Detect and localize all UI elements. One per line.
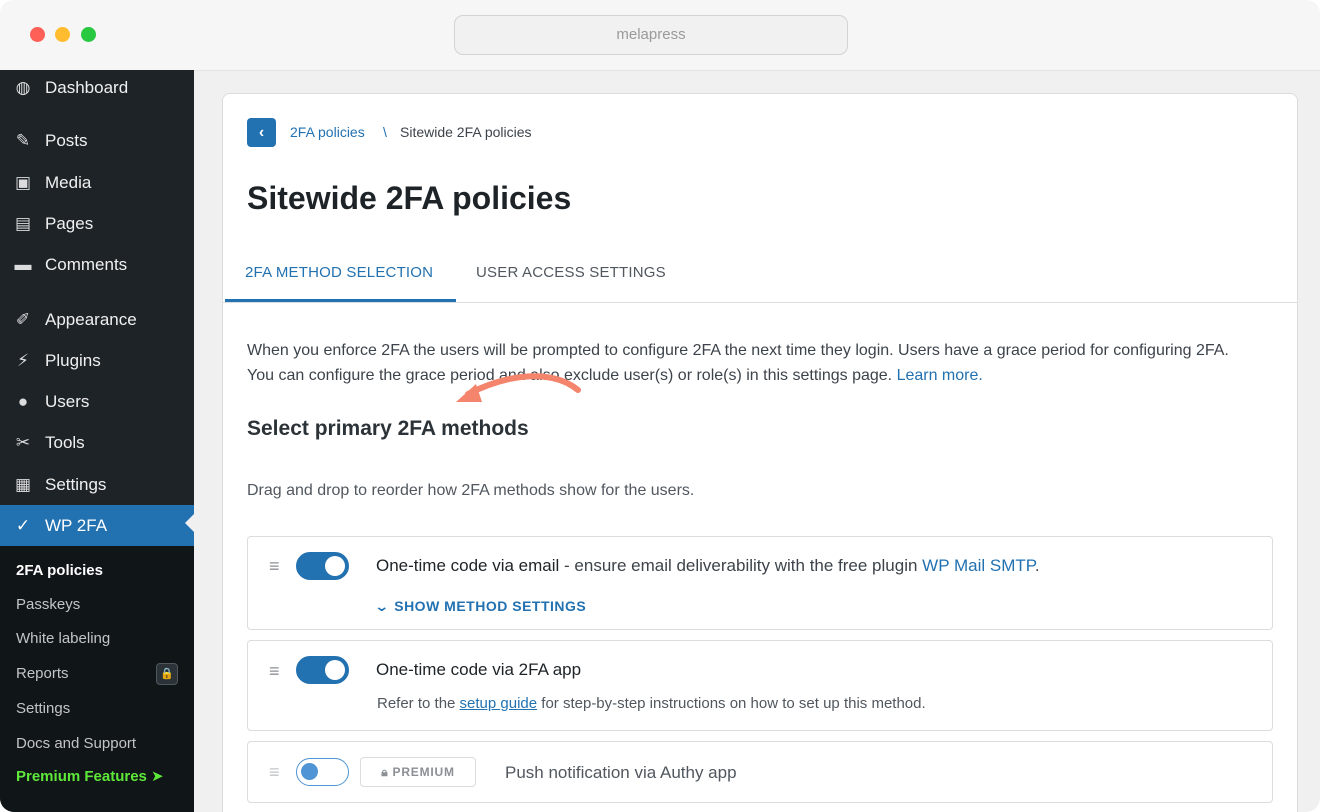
admin-sidebar: ◍ Dashboard ✎ Posts ▣ Media ▤ Pages ▬ Co… (0, 70, 194, 812)
menu-item-wp2fa[interactable]: ✓ WP 2FA (0, 505, 194, 546)
drag-handle-icon[interactable]: ≡ (269, 556, 280, 577)
dashboard-icon: ◍ (15, 78, 31, 97)
menu-item-tools[interactable]: ✂ Tools (0, 425, 194, 461)
method-note-end: . (1034, 556, 1040, 575)
user-icon: ● (17, 392, 29, 411)
method-title-text: One-time code via email (376, 556, 560, 575)
toggle-knob (325, 660, 345, 680)
menu-item-users[interactable]: ● Users (0, 384, 194, 420)
menu-item-label: Pages (45, 214, 94, 233)
method-note-text: - ensure email deliverability with the f… (559, 556, 923, 575)
menu-item-label: Media (45, 173, 92, 192)
menu-item-label: Comments (45, 255, 128, 274)
address-bar[interactable]: melapress (454, 15, 848, 55)
wrench-icon: ✂ (15, 433, 31, 452)
menu-item-label: Users (45, 392, 90, 411)
menu-item-label: WP 2FA (45, 515, 108, 535)
toggle-knob (301, 763, 318, 780)
tab-user-access-settings[interactable]: USER ACCESS SETTINGS (476, 264, 666, 281)
method-2fa-app-description: Refer to the setup guide for step-by-ste… (377, 695, 926, 712)
submenu-item-premium-features[interactable]: Premium Features ➤ (16, 765, 164, 789)
back-button[interactable]: ‹ (247, 118, 276, 147)
pages-icon: ▤ (14, 214, 32, 233)
method-email-toggle[interactable] (296, 552, 349, 580)
tab-divider (223, 302, 1297, 303)
method-2fa-app-toggle[interactable] (296, 656, 349, 684)
premium-badge: 🔒︎ PREMIUM (360, 757, 476, 787)
comments-icon: ▬ (14, 255, 32, 274)
breadcrumb-parent-link[interactable]: 2FA policies (290, 124, 365, 140)
section-title: Select primary 2FA methods (247, 417, 529, 440)
intro-text: When you enforce 2FA the users will be p… (247, 338, 1277, 388)
lock-icon: 🔒︎ (381, 765, 389, 779)
breadcrumb-current: Sitewide 2FA policies (400, 124, 532, 140)
close-window-button[interactable] (30, 27, 45, 42)
menu-item-label: Plugins (45, 351, 101, 370)
intro-line-1: When you enforce 2FA the users will be p… (247, 342, 1229, 359)
menu-item-dashboard[interactable]: ◍ Dashboard (0, 70, 194, 106)
setup-guide-link[interactable]: setup guide (460, 695, 538, 712)
menu-item-label: Appearance (45, 310, 137, 329)
lock-icon: 🔒 (156, 663, 178, 685)
wp-mail-smtp-link[interactable]: WP Mail SMTP (922, 556, 1035, 575)
drag-handle-icon[interactable]: ≡ (269, 661, 280, 682)
pin-icon: ✎ (15, 131, 31, 150)
menu-item-label: Settings (45, 475, 107, 494)
menu-item-appearance[interactable]: ✐ Appearance (0, 302, 194, 338)
show-method-settings-button[interactable]: ⌄ SHOW METHOD SETTINGS (374, 598, 587, 615)
app-window: melapress ◍ Dashboard ✎ Posts ▣ Media ▤ … (0, 0, 1320, 812)
submenu-item-white-labeling[interactable]: White labeling (16, 627, 110, 651)
drag-instructions: Drag and drop to reorder how 2FA methods… (247, 482, 695, 499)
desc-suffix: for step-by-step instructions on how to … (537, 695, 926, 712)
method-2fa-app[interactable]: ≡ One-time code via 2FA app Refer to the… (247, 640, 1273, 731)
learn-more-link[interactable]: Learn more. (897, 367, 983, 384)
show-settings-label: SHOW METHOD SETTINGS (394, 598, 587, 614)
toggle-knob (325, 556, 345, 576)
menu-item-label: Dashboard (45, 78, 129, 97)
menu-item-settings[interactable]: ▦ Settings (0, 467, 194, 503)
wp2fa-submenu: 2FA policies Passkeys White labeling Rep… (0, 546, 194, 812)
tab-2fa-method-selection[interactable]: 2FA METHOD SELECTION (245, 264, 433, 281)
method-email[interactable]: ≡ One-time code via email - ensure email… (247, 536, 1273, 630)
submenu-item-2fa-policies[interactable]: 2FA policies (16, 559, 103, 583)
desc-prefix: Refer to the (377, 695, 460, 712)
settings-icon: ▦ (14, 475, 32, 494)
plug-icon: ⚡ (17, 351, 29, 370)
premium-badge-label: PREMIUM (392, 765, 455, 779)
method-authy[interactable]: ≡ 🔒︎ PREMIUM Push notification via Authy… (247, 741, 1273, 803)
media-icon: ▣ (14, 173, 32, 192)
drag-handle-icon: ≡ (269, 762, 280, 782)
wp2fa-icon: ✓ (15, 515, 31, 535)
minimize-window-button[interactable] (55, 27, 70, 42)
chevron-down-icon: ⌄ (374, 598, 391, 614)
submenu-item-settings[interactable]: Settings (16, 697, 70, 721)
menu-item-pages[interactable]: ▤ Pages (0, 206, 194, 242)
method-2fa-app-title: One-time code via 2FA app (376, 660, 582, 679)
page-title: Sitewide 2FA policies (247, 180, 572, 216)
maximize-window-button[interactable] (81, 27, 96, 42)
method-authy-toggle[interactable] (296, 758, 349, 786)
settings-card: ‹ 2FA policies \ Sitewide 2FA policies S… (222, 93, 1298, 812)
menu-item-media[interactable]: ▣ Media (0, 165, 194, 201)
submenu-item-passkeys[interactable]: Passkeys (16, 593, 80, 617)
annotation-arrow-icon (456, 373, 581, 402)
browser-titlebar: melapress (0, 0, 1320, 71)
menu-item-comments[interactable]: ▬ Comments (0, 247, 194, 283)
breadcrumb-separator: \ (383, 124, 387, 140)
brush-icon: ✐ (15, 310, 31, 329)
menu-item-label: Tools (45, 433, 85, 452)
submenu-item-docs-support[interactable]: Docs and Support (16, 732, 136, 756)
submenu-item-reports[interactable]: Reports (16, 662, 69, 686)
chevron-left-icon: ‹ (258, 124, 265, 141)
menu-item-plugins[interactable]: ⚡ Plugins (0, 343, 194, 379)
menu-item-label: Posts (45, 131, 88, 150)
menu-item-posts[interactable]: ✎ Posts (0, 123, 194, 159)
method-email-title: One-time code via email - ensure email d… (376, 556, 1040, 576)
method-authy-title: Push notification via Authy app (505, 763, 737, 782)
